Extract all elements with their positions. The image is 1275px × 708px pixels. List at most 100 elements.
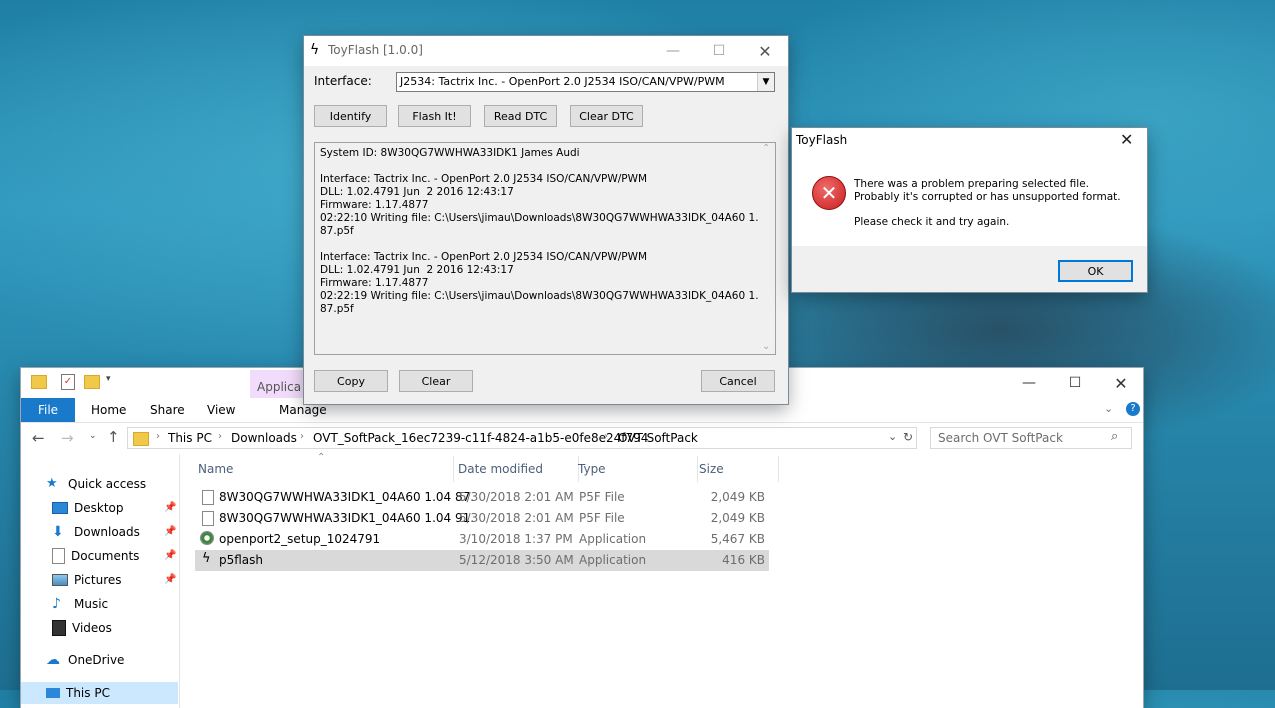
nav-onedrive[interactable]: ☁ OneDrive [46,649,124,671]
file-icon [202,511,214,526]
log-scrollbar[interactable]: ⌃ ⌄ [759,143,775,354]
onedrive-icon: ☁ [46,652,60,668]
forward-icon[interactable]: → [61,429,74,447]
nav-quick-access[interactable]: ★ Quick access [46,473,146,495]
column-label: Date modified [458,462,544,476]
error-message-line2: Probably it's corrupted or has unsupport… [854,191,1121,203]
help-icon[interactable]: ? [1126,402,1140,416]
folder-icon [31,375,47,389]
file-row-selected[interactable]: ϟ p5flash 5/12/2018 3:50 AM Application … [195,550,769,571]
recent-locations-icon[interactable]: ⌄ [89,431,97,441]
breadcrumb-separator-icon: › [156,431,160,442]
address-dropdown-icon[interactable]: ⌄ [888,430,897,443]
breadcrumb-separator-icon: › [604,431,608,442]
pictures-icon [52,574,68,586]
minimize-button[interactable]: — [650,36,696,66]
toyflash-titlebar: ϟ ToyFlash [1.0.0] — ☐ ✕ [304,36,788,66]
properties-icon[interactable]: ✓ [61,374,75,390]
log-line: 87.p5f [320,225,354,237]
scroll-down-icon[interactable]: ⌄ [762,341,770,352]
error-icon: ✕ [812,176,846,210]
column-header-date[interactable]: Date modified [451,456,579,482]
nav-pictures[interactable]: Pictures [52,569,122,591]
address-bar[interactable]: › This PC › Downloads › OVT_SoftPack_16e… [127,427,917,449]
log-line: 87.p5f [320,303,354,315]
explorer-minimize-button[interactable]: — [1006,368,1052,398]
clear-dtc-button[interactable]: Clear DTC [570,105,643,127]
read-dtc-button[interactable]: Read DTC [484,105,557,127]
breadcrumb-this-pc[interactable]: This PC [168,431,212,445]
nav-documents[interactable]: Documents [52,545,139,567]
file-size: 416 KB [722,553,765,567]
nav-music[interactable]: ♪ Music [52,593,108,615]
log-textarea[interactable]: System ID: 8W30QG7WWHWA33IDK1 James Audi… [314,142,776,355]
interface-select[interactable]: J2534: Tactrix Inc. - OpenPort 2.0 J2534… [396,72,775,92]
nav-desktop[interactable]: Desktop [52,497,124,519]
log-line: 02:22:19 Writing file: C:\Users\jimau\Do… [320,290,772,302]
column-header-size[interactable]: Size [692,456,779,482]
new-folder-icon[interactable] [84,375,100,389]
refresh-icon[interactable]: ↻ [903,430,913,444]
column-header-name[interactable]: Name [195,456,454,482]
close-button[interactable]: ✕ [742,36,788,66]
nav-videos[interactable]: Videos [52,617,112,639]
up-icon[interactable]: ↑ [107,428,120,446]
music-icon: ♪ [52,596,61,612]
column-header-type[interactable]: Type [572,456,698,482]
nav-label: OneDrive [68,653,125,667]
log-line: Firmware: 1.17.4877 [320,199,429,211]
breadcrumb-softpack-folder[interactable]: OVT_SoftPack_16ec7239-c11f-4824-a1b5-e0f… [313,431,648,445]
copy-button[interactable]: Copy [314,370,388,392]
search-box[interactable]: Search OVT SoftPack ⌕ [930,427,1132,449]
log-line: DLL: 1.02.4791 Jun 2 2016 12:43:17 [320,264,514,276]
dialog-titlebar: ToyFlash ✕ [792,128,1147,154]
breadcrumb-ovt-softpack[interactable]: OVT SoftPack [618,431,698,445]
file-date: 5/12/2018 3:50 AM [459,553,574,567]
scroll-up-icon[interactable]: ⌃ [762,143,770,154]
folder-icon [133,432,149,446]
dialog-body: ✕ There was a problem preparing selected… [792,154,1147,246]
file-row[interactable]: 8W30QG7WWHWA33IDK1_04A60 1.04 91. 5/30/2… [195,508,769,529]
file-icon [202,490,214,505]
breadcrumb-downloads[interactable]: Downloads [231,431,297,445]
file-size: 2,049 KB [710,511,765,525]
file-row[interactable]: openport2_setup_1024791 3/10/2018 1:37 P… [195,529,769,550]
tab-file[interactable]: File [21,398,75,422]
tab-view[interactable]: View [207,403,235,417]
lightning-icon: ϟ [310,42,320,58]
error-message-line3: Please check it and try again. [854,216,1010,228]
file-size: 5,467 KB [710,532,765,546]
nav-label: Quick access [68,477,147,491]
explorer-maximize-button[interactable]: ☐ [1052,368,1098,398]
dialog-close-button[interactable]: ✕ [1120,130,1133,149]
tab-share[interactable]: Share [150,403,185,417]
nav-label: Desktop [74,501,124,515]
pin-icon: 📌 [164,574,177,585]
toyflash-window: ϟ ToyFlash [1.0.0] — ☐ ✕ Interface: J253… [304,36,788,404]
chevron-down-icon[interactable]: ▼ [757,73,774,91]
identify-button[interactable]: Identify [314,105,387,127]
file-date: 5/30/2018 2:01 AM [459,511,574,525]
desktop-icon [52,502,68,514]
file-explorer-window: ✓ ▾ Applica — ☐ ✕ File Home Share View M… [21,368,1143,708]
flash-it-button[interactable]: Flash It! [398,105,471,127]
customize-quick-access-icon[interactable]: ▾ [106,374,111,384]
tab-home[interactable]: Home [91,403,126,417]
nav-this-pc[interactable]: This PC [21,682,178,704]
ribbon-expand-icon[interactable]: ⌄ [1104,402,1113,415]
file-size: 2,049 KB [710,490,765,504]
maximize-button[interactable]: ☐ [696,36,742,66]
back-icon[interactable]: ← [32,429,45,447]
file-name: 8W30QG7WWHWA33IDK1_04A60 1.04 91. [219,511,475,525]
nav-downloads[interactable]: ⬇ Downloads [52,521,140,543]
clear-button[interactable]: Clear [399,370,473,392]
pin-icon: 📌 [164,550,177,561]
ok-button[interactable]: OK [1058,260,1133,282]
tab-manage[interactable]: Manage [279,403,327,417]
file-row[interactable]: 8W30QG7WWHWA33IDK1_04A60 1.04 87. 5/30/2… [195,487,769,508]
explorer-close-button[interactable]: ✕ [1098,368,1144,398]
cancel-button[interactable]: Cancel [701,370,775,392]
star-icon: ★ [46,476,58,491]
